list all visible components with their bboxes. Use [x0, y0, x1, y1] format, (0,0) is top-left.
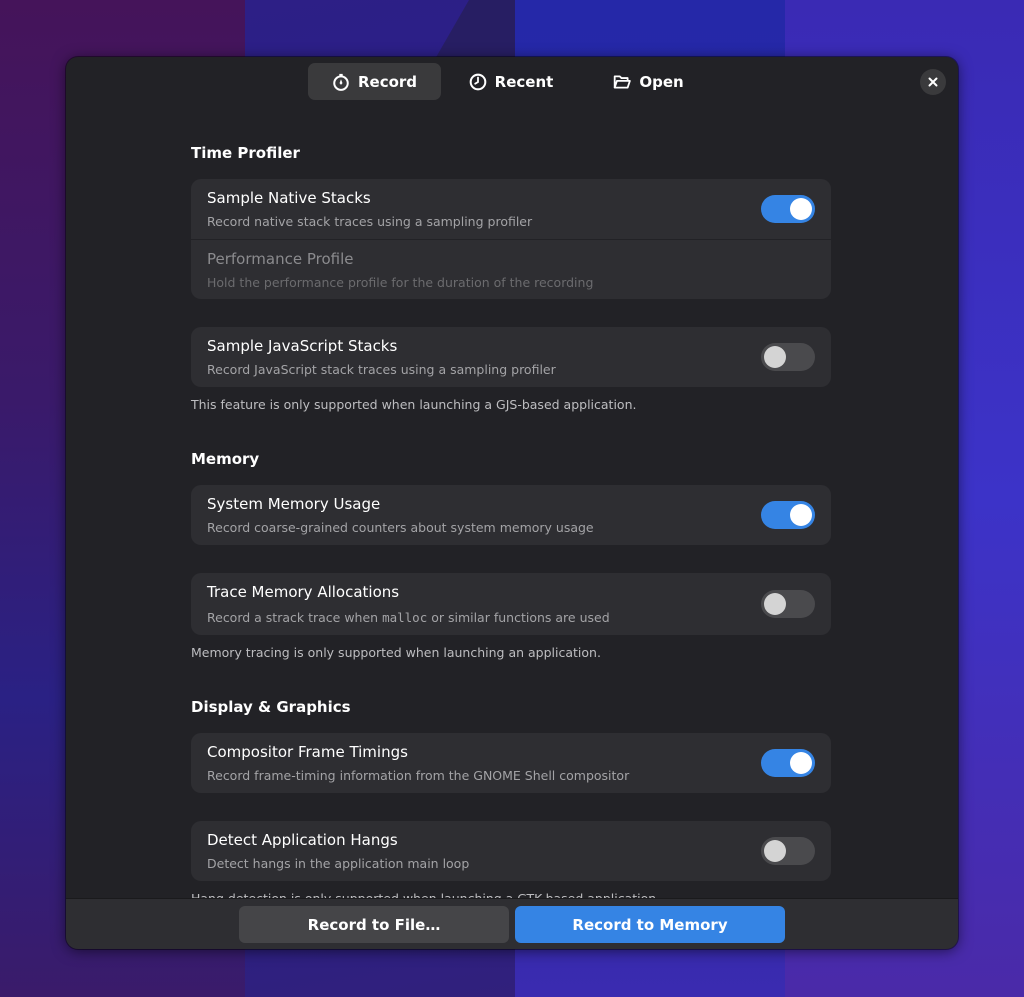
record-dialog: Record Recent Open Time Profiler Sample …: [66, 57, 958, 949]
record-to-file-button[interactable]: Record to File…: [239, 906, 509, 943]
row-detect-application-hangs[interactable]: Detect Application Hangs Detect hangs in…: [191, 821, 831, 881]
row-subtitle: Record native stack traces using a sampl…: [207, 214, 533, 229]
row-sample-native-stacks[interactable]: Sample Native Stacks Record native stack…: [191, 179, 831, 239]
folder-open-icon: [614, 74, 632, 89]
section-title-memory: Memory: [191, 450, 260, 468]
row-sample-javascript-stacks[interactable]: Sample JavaScript Stacks Record JavaScri…: [191, 327, 831, 387]
settings-group: System Memory Usage Record coarse-graine…: [191, 485, 831, 545]
row-title: Performance Profile: [207, 250, 354, 268]
section-title-time-profiler: Time Profiler: [191, 144, 300, 162]
settings-group: Sample Native Stacks Record native stack…: [191, 179, 831, 299]
subtitle-text: Record a strack trace when: [207, 610, 383, 625]
header-bar: Record Recent Open: [66, 57, 958, 105]
tab-open-label: Open: [639, 72, 684, 91]
settings-group: Sample JavaScript Stacks Record JavaScri…: [191, 327, 831, 387]
settings-content: Time Profiler Sample Native Stacks Recor…: [191, 135, 831, 908]
tab-record[interactable]: Record: [308, 63, 441, 100]
row-trace-memory-allocations[interactable]: Trace Memory Allocations Record a strack…: [191, 573, 831, 635]
switch-knob: [764, 840, 786, 862]
stopwatch-icon: [333, 73, 349, 91]
subtitle-text: or similar functions are used: [427, 610, 610, 625]
switch-knob: [790, 752, 812, 774]
switch-knob: [790, 198, 812, 220]
row-performance-profile: Performance Profile Hold the performance…: [191, 239, 831, 299]
sample-javascript-stacks-switch[interactable]: [761, 343, 815, 371]
row-title: Sample JavaScript Stacks: [207, 337, 398, 355]
group-note: This feature is only supported when laun…: [191, 397, 637, 412]
row-title: Sample Native Stacks: [207, 189, 371, 207]
record-to-memory-button[interactable]: Record to Memory: [515, 906, 785, 943]
row-title: Trace Memory Allocations: [207, 583, 400, 601]
sample-native-stacks-switch[interactable]: [761, 195, 815, 223]
settings-group: Trace Memory Allocations Record a strack…: [191, 573, 831, 635]
row-subtitle: Record frame-timing information from the…: [207, 768, 630, 783]
row-title: Detect Application Hangs: [207, 831, 398, 849]
tab-open[interactable]: Open: [601, 63, 696, 100]
tab-recent-label: Recent: [494, 72, 554, 91]
switch-knob: [790, 504, 812, 526]
tab-record-label: Record: [357, 72, 418, 91]
row-system-memory-usage[interactable]: System Memory Usage Record coarse-graine…: [191, 485, 831, 545]
trace-memory-allocations-switch[interactable]: [761, 590, 815, 618]
row-subtitle: Record a strack trace when malloc or sim…: [207, 610, 610, 625]
settings-group: Compositor Frame Timings Record frame-ti…: [191, 733, 831, 793]
row-subtitle: Record coarse-grained counters about sys…: [207, 520, 594, 535]
compositor-frame-timings-switch[interactable]: [761, 749, 815, 777]
row-compositor-frame-timings[interactable]: Compositor Frame Timings Record frame-ti…: [191, 733, 831, 793]
detect-application-hangs-switch[interactable]: [761, 837, 815, 865]
section-title-display-graphics: Display & Graphics: [191, 698, 351, 716]
settings-group: Detect Application Hangs Detect hangs in…: [191, 821, 831, 881]
group-note: Memory tracing is only supported when la…: [191, 645, 601, 660]
row-title: System Memory Usage: [207, 495, 381, 513]
close-button[interactable]: [920, 69, 946, 95]
subtitle-code: malloc: [382, 610, 428, 625]
row-subtitle: Detect hangs in the application main loo…: [207, 856, 470, 871]
switch-knob: [764, 346, 786, 368]
row-subtitle: Record JavaScript stack traces using a s…: [207, 362, 556, 377]
row-title: Compositor Frame Timings: [207, 743, 408, 761]
close-icon: [928, 77, 938, 87]
system-memory-usage-switch[interactable]: [761, 501, 815, 529]
tab-recent[interactable]: Recent: [461, 63, 561, 100]
action-bar: Record to File… Record to Memory: [66, 898, 958, 949]
switch-knob: [764, 593, 786, 615]
clock-icon: [469, 73, 486, 90]
row-subtitle: Hold the performance profile for the dur…: [207, 275, 594, 290]
